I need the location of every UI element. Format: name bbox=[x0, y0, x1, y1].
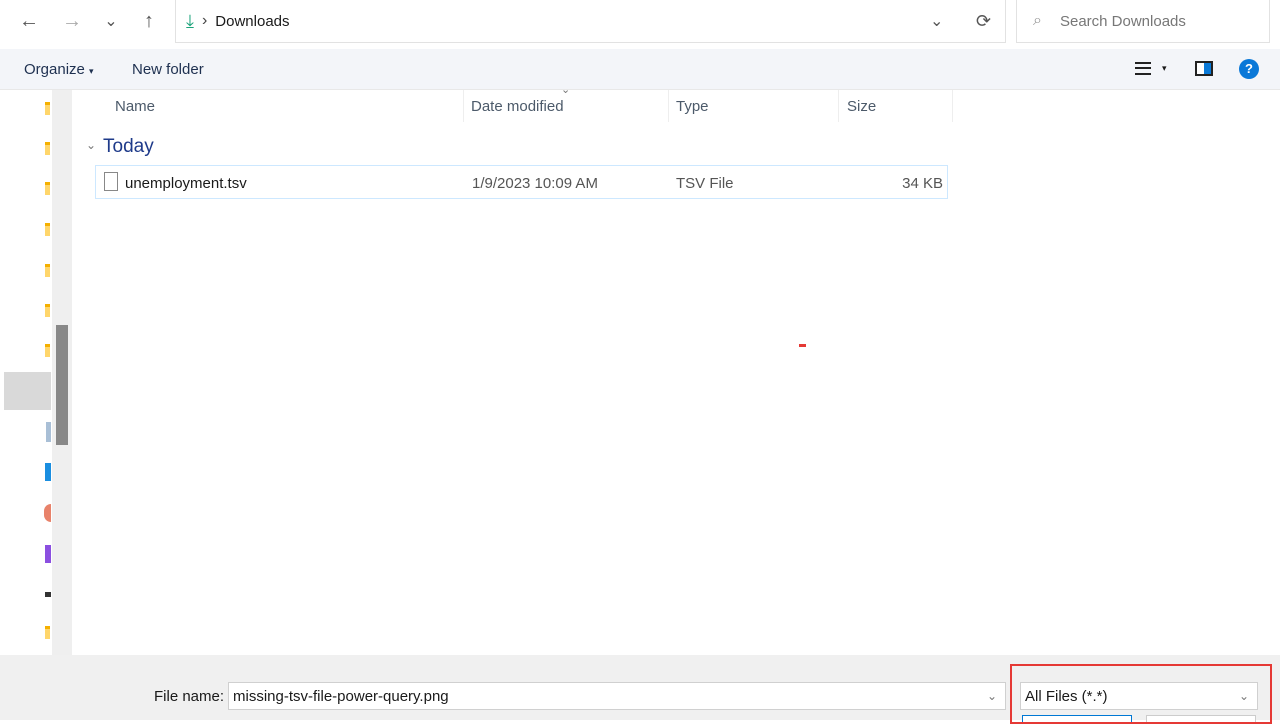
downloads-icon: ⤓ bbox=[186, 10, 194, 31]
new-folder-button[interactable]: New folder bbox=[132, 61, 204, 78]
group-today-header[interactable]: Today bbox=[103, 136, 154, 158]
group-collapse-icon[interactable]: ⌄ bbox=[86, 138, 96, 152]
cursor-mark bbox=[799, 344, 806, 347]
folder-icon[interactable] bbox=[45, 102, 50, 115]
folder-icon[interactable] bbox=[45, 344, 50, 357]
sort-indicator-icon: ⌄ bbox=[561, 84, 571, 96]
folder-icon[interactable] bbox=[45, 264, 50, 277]
column-date-modified[interactable]: Date modified bbox=[471, 98, 564, 115]
organize-button[interactable]: Organize ▾ bbox=[24, 61, 94, 78]
file-name-dropdown-icon[interactable]: ⌄ bbox=[987, 689, 997, 703]
breadcrumb-downloads[interactable]: Downloads bbox=[215, 13, 289, 30]
nav-item-downloads-selected[interactable] bbox=[4, 372, 51, 410]
file-size: 34 KB bbox=[902, 175, 943, 192]
up-button[interactable]: ↑ bbox=[134, 6, 164, 36]
file-name-label: File name: bbox=[154, 688, 225, 705]
toolbar: Organize ▾ New folder ▾ ? bbox=[0, 49, 1280, 90]
highlight-box bbox=[1010, 664, 1272, 724]
help-icon[interactable]: ? bbox=[1239, 59, 1259, 79]
refresh-icon[interactable]: ⟳ bbox=[976, 11, 991, 32]
search-box[interactable]: ⌕ Search Downloads bbox=[1016, 0, 1270, 43]
folder-icon[interactable] bbox=[45, 142, 50, 155]
file-name-value: missing-tsv-file-power-query.png bbox=[233, 687, 449, 705]
music-icon[interactable] bbox=[44, 504, 51, 522]
address-dropdown-icon[interactable]: ⌄ bbox=[930, 11, 943, 31]
recent-locations-button[interactable]: ⌄ bbox=[96, 6, 126, 36]
column-name[interactable]: Name bbox=[115, 98, 155, 115]
videos-icon[interactable] bbox=[45, 545, 51, 563]
organize-label: Organize bbox=[24, 61, 85, 78]
breadcrumb-separator: › bbox=[201, 12, 208, 29]
file-name-input[interactable]: missing-tsv-file-power-query.png ⌄ bbox=[228, 682, 1006, 710]
footer-panel: File name: missing-tsv-file-power-query.… bbox=[0, 655, 1280, 724]
file-type: TSV File bbox=[676, 175, 734, 192]
search-icon: ⌕ bbox=[1033, 12, 1042, 29]
file-row[interactable]: unemployment.tsv 1/9/2023 10:09 AM TSV F… bbox=[95, 165, 948, 199]
address-bar[interactable]: ⤓ › Downloads ⌄ ⟳ bbox=[175, 0, 1006, 43]
folder-icon[interactable] bbox=[45, 182, 50, 195]
folder-icon[interactable] bbox=[45, 304, 50, 317]
column-size[interactable]: Size bbox=[847, 98, 876, 115]
preview-pane-icon[interactable] bbox=[1195, 61, 1213, 76]
view-list-icon[interactable] bbox=[1135, 62, 1151, 75]
folder-icon[interactable] bbox=[45, 223, 50, 236]
file-icon bbox=[104, 172, 118, 191]
forward-button[interactable]: → bbox=[57, 6, 87, 36]
file-date: 1/9/2023 10:09 AM bbox=[472, 175, 598, 192]
file-name: unemployment.tsv bbox=[125, 175, 247, 192]
view-caret-icon[interactable]: ▾ bbox=[1162, 63, 1167, 74]
back-button[interactable]: ← bbox=[14, 6, 44, 36]
pictures-icon[interactable] bbox=[45, 463, 51, 481]
nav-scrollbar-thumb[interactable] bbox=[56, 325, 68, 445]
folder-icon[interactable] bbox=[45, 626, 50, 639]
caret-icon: ▾ bbox=[89, 66, 94, 76]
drive-icon[interactable] bbox=[45, 592, 51, 597]
documents-icon[interactable] bbox=[46, 422, 51, 442]
column-type[interactable]: Type bbox=[676, 98, 709, 115]
search-input[interactable]: Search Downloads bbox=[1060, 13, 1186, 30]
